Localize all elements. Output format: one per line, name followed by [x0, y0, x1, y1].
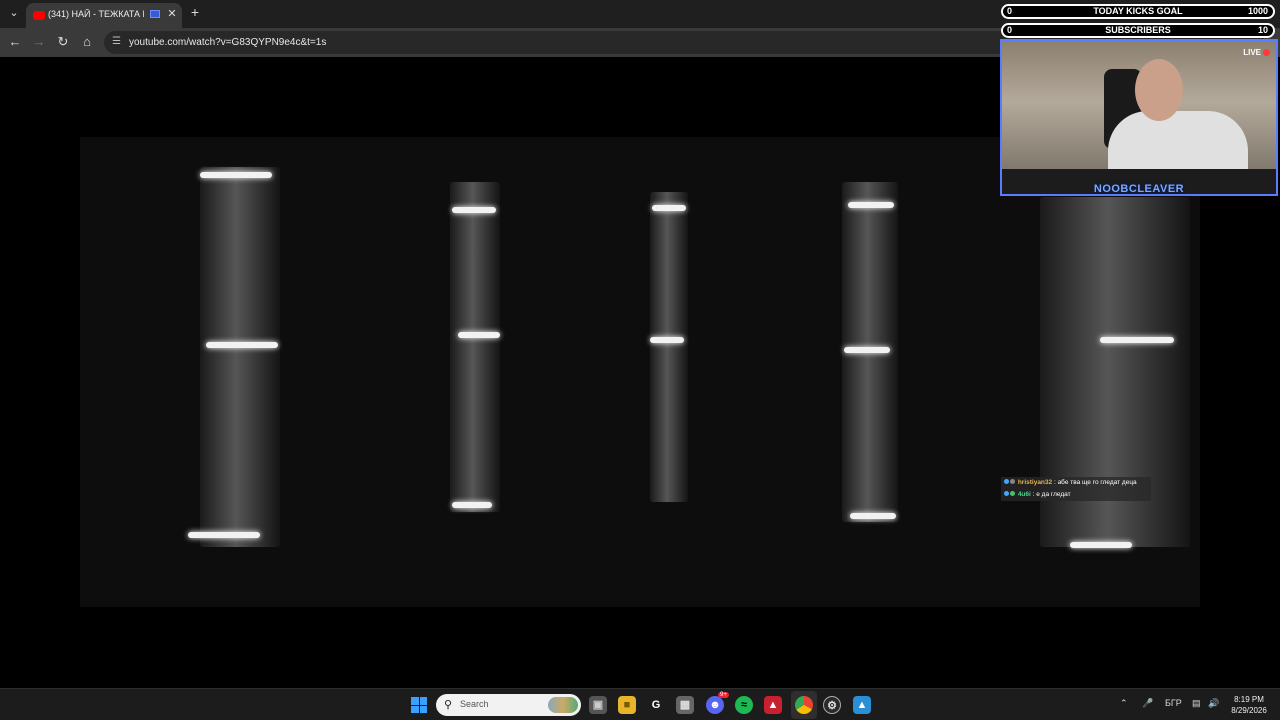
video-shape [850, 513, 896, 519]
spotify-icon[interactable]: ≈ [735, 696, 753, 714]
discord-icon[interactable]: ☻ [706, 696, 724, 714]
streamer-name: NOOBCLEAVER [1093, 183, 1185, 195]
tab-title: (341) НАЙ - ТЕЖКАТА МИ [48, 9, 144, 19]
goal-target: 10 [1257, 25, 1268, 35]
search-placeholder: Search [460, 699, 489, 709]
clock-time: 8:19 PM [1234, 695, 1264, 704]
language-indicator[interactable]: БГР [1165, 698, 1182, 708]
live-label: LIVE [1243, 48, 1261, 57]
video-shape [650, 337, 684, 343]
app-icon[interactable]: ▩ [676, 696, 694, 714]
close-icon[interactable]: ✕ [166, 7, 178, 21]
app-icon[interactable]: ⚙ [823, 696, 841, 714]
video-shape [452, 502, 492, 508]
tab-youtube[interactable]: (341) НАЙ - ТЕЖКАТА МИ ✕ [26, 3, 182, 28]
live-dot-icon [1263, 49, 1270, 56]
forward-icon[interactable]: → [30, 34, 48, 52]
volume-icon[interactable]: 🔊 [1208, 698, 1219, 709]
network-icon[interactable]: ▤ [1192, 698, 1201, 709]
chrome-icon[interactable] [795, 696, 813, 714]
site-info-icon[interactable]: ☰ [112, 36, 124, 48]
chat-text: : е да гледат [1032, 491, 1071, 498]
chevron-up-icon[interactable]: ⌃ [1120, 698, 1128, 709]
video-shape [650, 192, 688, 502]
reload-icon[interactable]: ↻ [54, 34, 72, 52]
chat-badge-icon [1010, 491, 1015, 496]
chat-message: 4u6i : е да гледат [1001, 489, 1151, 501]
chat-badge-icon [1010, 479, 1015, 484]
video-shape [452, 207, 496, 213]
video-shape [848, 202, 894, 208]
chat-message: hristiyan32 : абе тва ще го гледат деца [1001, 477, 1151, 489]
goal-label: TODAY KICKS GOAL [1093, 6, 1183, 16]
back-icon[interactable]: ← [6, 34, 24, 52]
new-tab-button[interactable]: + [188, 5, 202, 21]
windows-start-icon[interactable] [411, 697, 427, 713]
app-icon[interactable]: ▲ [764, 696, 782, 714]
discord-badge: 9+ [718, 692, 729, 698]
cast-icon[interactable] [150, 10, 160, 18]
clock-date: 8/29/2026 [1231, 706, 1267, 715]
file-explorer-icon[interactable]: ■ [618, 696, 636, 714]
live-badge: LIVE [1243, 48, 1270, 57]
video-shape [1070, 542, 1132, 548]
video-shape [844, 347, 890, 353]
search-icon: ⚲ [444, 699, 453, 711]
microphone-icon[interactable]: 🎤 [1142, 698, 1153, 709]
photos-icon[interactable]: ▲ [853, 696, 871, 714]
taskbar-search[interactable]: ⚲ Search [436, 694, 581, 716]
video-shape [1100, 337, 1174, 343]
kicks-goal-bar: 0 TODAY KICKS GOAL 1000 [1001, 4, 1275, 19]
tab-search-chevron-icon[interactable]: ⌄ [6, 5, 22, 21]
video-shape [450, 182, 500, 512]
webcam-person-head [1135, 59, 1183, 121]
video-shape [200, 167, 280, 547]
windows-taskbar: ⚲ Search ▣ ■ G ▩ ☻ 9+ ≈ ▲ ⚙ ▲ ⌃ 🎤 БГР ▤ … [0, 688, 1280, 720]
url-text: youtube.com/watch?v=G83QYPN9e4c&t=1s [129, 37, 327, 48]
task-view-icon[interactable]: ▣ [589, 696, 607, 714]
logitech-icon[interactable]: G [647, 696, 665, 714]
video-frame [80, 137, 1200, 607]
youtube-icon [33, 11, 45, 20]
taskbar-clock[interactable]: 8:19 PM 8/29/2026 [1226, 694, 1272, 716]
chat-badge-icon [1004, 479, 1009, 484]
webcam-overlay: LIVE NOOBCLEAVER [1000, 39, 1278, 196]
video-shape [200, 172, 272, 178]
chat-username: hristiyan32 [1017, 479, 1053, 486]
chat-username: 4u6i [1017, 491, 1031, 498]
subscribers-goal-bar: 0 SUBSCRIBERS 10 [1001, 23, 1275, 38]
goal-label: SUBSCRIBERS [1105, 25, 1171, 35]
video-shape [188, 532, 260, 538]
video-shape [652, 205, 686, 211]
home-icon[interactable]: ⌂ [78, 34, 96, 52]
chat-text: : абе тва ще го гледат деца [1053, 479, 1137, 486]
goal-target: 1000 [1247, 6, 1268, 16]
search-highlight-icon [548, 697, 578, 713]
video-shape [458, 332, 500, 338]
video-shape [206, 342, 278, 348]
chat-badge-icon [1004, 491, 1009, 496]
